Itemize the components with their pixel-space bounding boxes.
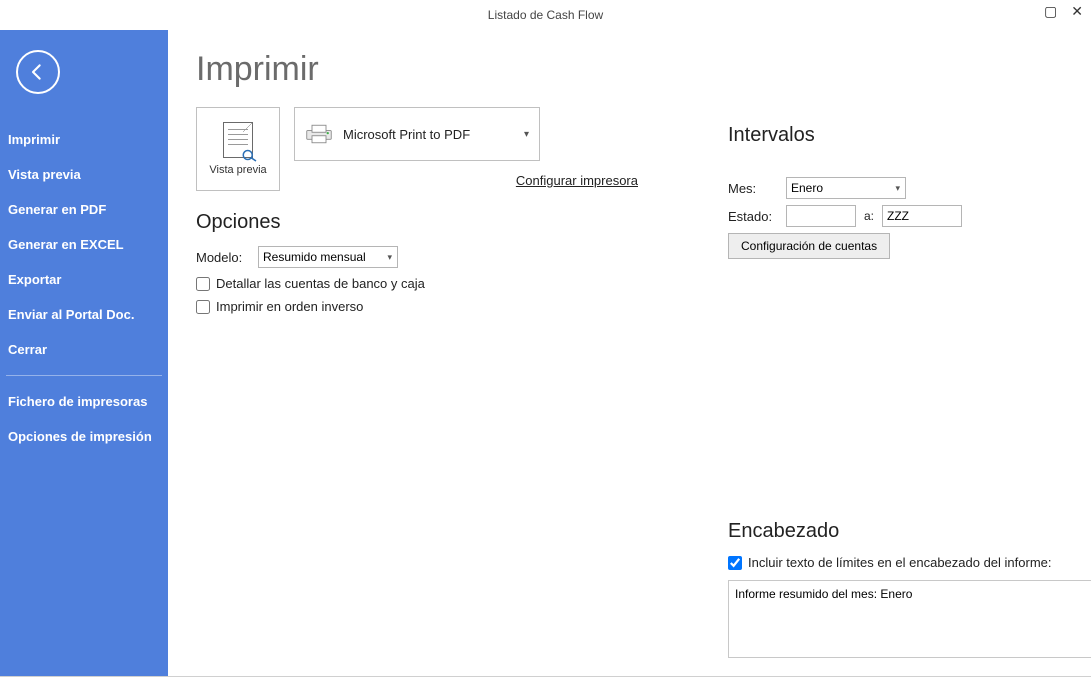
maximize-icon[interactable]: ▢	[1044, 4, 1057, 18]
inverso-checkbox[interactable]	[196, 300, 210, 314]
main-panel: Imprimir Vista previa	[168, 30, 1091, 676]
titlebar: Listado de Cash Flow ▢ ✕	[0, 0, 1091, 30]
mes-label: Mes:	[728, 181, 778, 196]
incluir-limites-row[interactable]: Incluir texto de límites en el encabezad…	[728, 555, 1091, 570]
sidebar-item-opciones-impresion[interactable]: Opciones de impresión	[0, 419, 168, 454]
printer-dropdown[interactable]: Microsoft Print to PDF ▾	[294, 107, 540, 161]
configurar-impresora-link[interactable]: Configurar impresora	[294, 173, 638, 188]
sidebar-item-imprimir[interactable]: Imprimir	[0, 122, 168, 157]
incluir-limites-label: Incluir texto de límites en el encabezad…	[748, 555, 1052, 570]
incluir-limites-checkbox[interactable]	[728, 556, 742, 570]
sidebar-separator	[6, 375, 162, 376]
estado-from-input[interactable]	[786, 205, 856, 227]
window-title: Listado de Cash Flow	[488, 8, 603, 22]
inverso-checkbox-row[interactable]: Imprimir en orden inverso	[196, 299, 1063, 314]
sidebar-item-fichero-impresoras[interactable]: Fichero de impresoras	[0, 384, 168, 419]
modelo-select[interactable]: Resumido mensual	[258, 246, 398, 268]
intervalos-title: Intervalos	[728, 124, 1091, 147]
modelo-label: Modelo:	[196, 250, 248, 265]
config-cuentas-button[interactable]: Configuración de cuentas	[728, 233, 890, 259]
encabezado-textarea[interactable]: Informe resumido del mes: Enero	[728, 580, 1091, 658]
vista-previa-button[interactable]: Vista previa	[196, 107, 280, 191]
close-icon[interactable]: ✕	[1071, 4, 1083, 18]
inverso-label: Imprimir en orden inverso	[216, 299, 363, 314]
detallar-checkbox[interactable]	[196, 277, 210, 291]
detallar-checkbox-row[interactable]: Detallar las cuentas de banco y caja	[196, 276, 1063, 291]
estado-label: Estado:	[728, 209, 778, 224]
printer-selected-label: Microsoft Print to PDF	[343, 127, 470, 142]
estado-to-input[interactable]	[882, 205, 962, 227]
printer-icon	[305, 123, 333, 145]
sidebar: Imprimir Vista previa Generar en PDF Gen…	[0, 30, 168, 676]
vista-previa-label: Vista previa	[209, 164, 266, 176]
estado-a-label: a:	[864, 209, 874, 223]
detallar-label: Detallar las cuentas de banco y caja	[216, 276, 425, 291]
sidebar-item-generar-pdf[interactable]: Generar en PDF	[0, 192, 168, 227]
arrow-left-icon	[28, 62, 48, 82]
chevron-down-icon: ▾	[524, 129, 529, 140]
back-button[interactable]	[16, 50, 60, 94]
page-title: Imprimir	[196, 50, 1063, 89]
sidebar-item-enviar-portal[interactable]: Enviar al Portal Doc.	[0, 297, 168, 332]
sidebar-item-generar-excel[interactable]: Generar en EXCEL	[0, 227, 168, 262]
mes-select[interactable]: Enero	[786, 177, 906, 199]
encabezado-title: Encabezado	[728, 520, 1091, 543]
sidebar-item-exportar[interactable]: Exportar	[0, 262, 168, 297]
sidebar-item-vista-previa[interactable]: Vista previa	[0, 157, 168, 192]
document-preview-icon	[223, 122, 253, 158]
sidebar-item-cerrar[interactable]: Cerrar	[0, 332, 168, 367]
